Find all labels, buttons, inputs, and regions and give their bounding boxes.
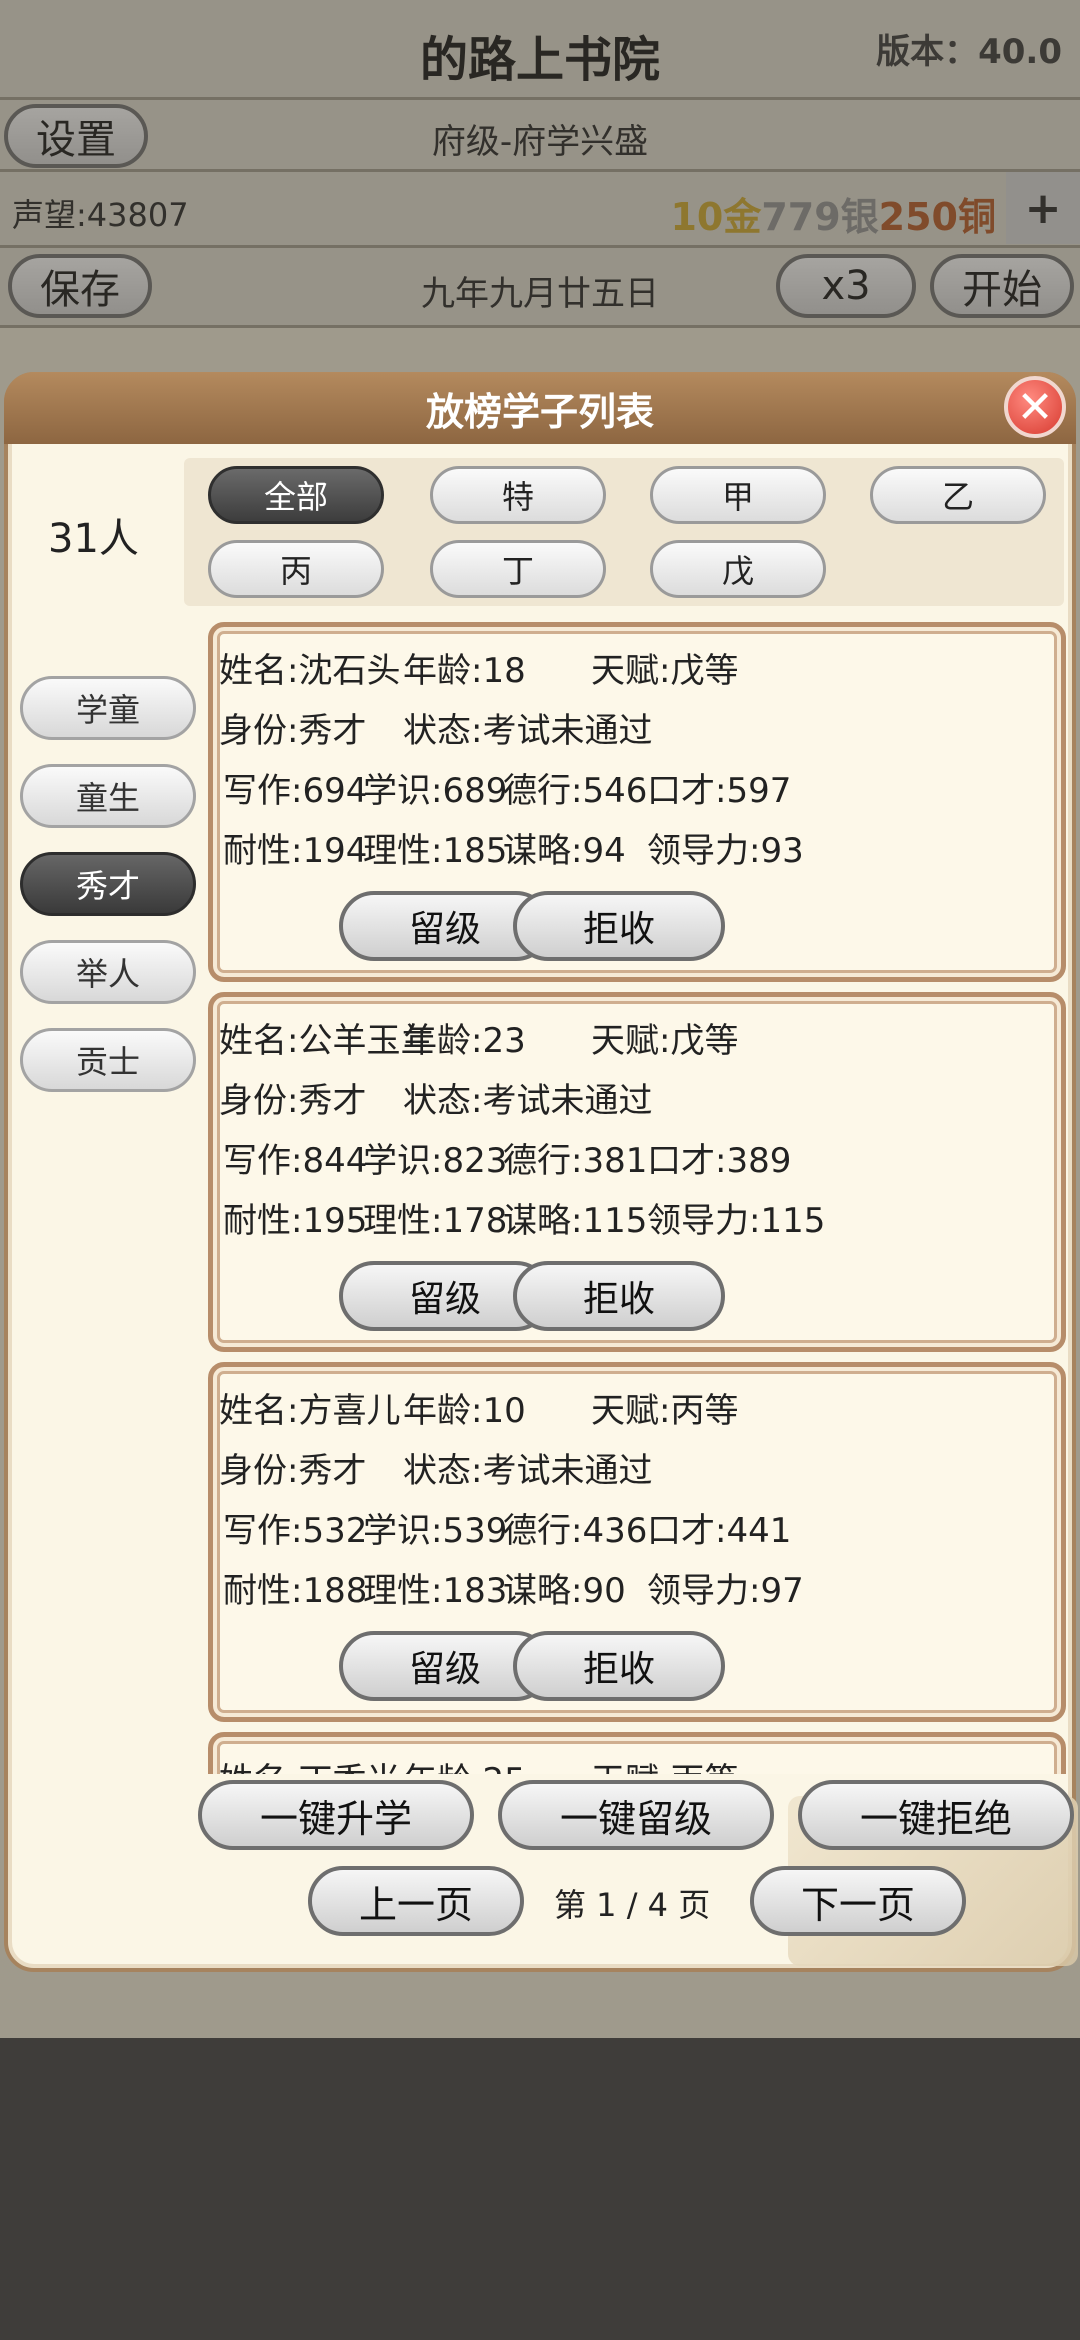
filter-jia[interactable]: 甲 (650, 466, 826, 524)
stat-reason: 理性:178 (363, 1201, 508, 1241)
promote-all-button[interactable]: 一键升学 (198, 1780, 474, 1850)
stat-eloquence: 口才:441 (647, 1511, 792, 1551)
stat-leadership: 领导力:93 (647, 831, 804, 871)
dialog-title: 放榜学子列表 (425, 389, 654, 434)
stat-knowledge: 学识:539 (363, 1511, 508, 1551)
reject-button[interactable]: 拒收 (513, 1261, 725, 1331)
student-list[interactable]: 姓名:沈石头 年龄:18 天赋:戊等 身份:秀才 状态:考试未通过 写作:694… (204, 622, 1070, 1774)
stat-leadership: 领导力:115 (647, 1201, 826, 1241)
filter-special[interactable]: 特 (430, 466, 606, 524)
student-card: 姓名:方喜儿 年龄:10 天赋:丙等 身份:秀才 状态:考试未通过 写作:532… (208, 1362, 1066, 1722)
rank-tab-xiucai[interactable]: 秀才 (20, 852, 196, 916)
student-identity: 身份:秀才 (219, 1451, 367, 1491)
rank-tab-gongshi[interactable]: 贡士 (20, 1028, 196, 1092)
stat-writing: 写作:532 (223, 1511, 368, 1551)
student-card: 姓名:公羊玉兰 年龄:23 天赋:戊等 身份:秀才 状态:考试未通过 写作:84… (208, 992, 1066, 1352)
prev-page-button[interactable]: 上一页 (308, 1866, 524, 1936)
reject-button[interactable]: 拒收 (513, 1631, 725, 1701)
stat-patience: 耐性:188 (223, 1571, 368, 1611)
student-count: 31人 (48, 516, 139, 562)
filter-all[interactable]: 全部 (208, 466, 384, 524)
student-age: 年龄:25 (403, 1753, 526, 1774)
dialog-header: 放榜学子列表 (4, 372, 1076, 444)
stat-knowledge: 学识:823 (363, 1141, 508, 1181)
bottom-panel (0, 2038, 1080, 2340)
student-age: 年龄:18 (403, 651, 526, 691)
reject-all-button[interactable]: 一键拒绝 (798, 1780, 1074, 1850)
student-identity: 身份:秀才 (219, 711, 367, 751)
talent-filter-group: 全部 特 甲 乙 丙 丁 戊 (184, 458, 1064, 606)
stat-eloquence: 口才:597 (647, 771, 792, 811)
next-page-button[interactable]: 下一页 (750, 1866, 966, 1936)
stat-eloquence: 口才:389 (647, 1141, 792, 1181)
stat-reason: 理性:185 (363, 831, 508, 871)
rank-tab-tongsheng[interactable]: 童生 (20, 764, 196, 828)
stat-leadership: 领导力:97 (647, 1571, 804, 1611)
student-talent: 天赋:戊等 (591, 1021, 739, 1061)
stat-strategy: 谋略:90 (503, 1571, 626, 1611)
student-status: 状态:考试未通过 (403, 1451, 653, 1491)
filter-ding[interactable]: 丁 (430, 540, 606, 598)
rank-tab-xuetong[interactable]: 学童 (20, 676, 196, 740)
graduate-list-dialog: 放榜学子列表 ✕ 31人 全部 特 甲 乙 丙 丁 戊 学童 童生 秀才 举人 … (4, 372, 1078, 1972)
stat-strategy: 谋略:94 (503, 831, 626, 871)
student-talent: 天赋:丙等 (591, 1391, 739, 1431)
student-name: 姓名:沈石头 (219, 651, 401, 691)
student-age: 年龄:10 (403, 1391, 526, 1431)
filter-bing[interactable]: 丙 (208, 540, 384, 598)
stat-patience: 耐性:194 (223, 831, 368, 871)
stat-reason: 理性:183 (363, 1571, 508, 1611)
stat-writing: 写作:844 (223, 1141, 368, 1181)
reject-button[interactable]: 拒收 (513, 891, 725, 961)
student-identity: 身份:秀才 (219, 1081, 367, 1121)
student-status: 状态:考试未通过 (403, 1081, 653, 1121)
student-card: 姓名:丁香当 年龄:25 天赋:丙等 (208, 1732, 1066, 1774)
stat-virtue: 德行:381 (503, 1141, 648, 1181)
student-status: 状态:考试未通过 (403, 711, 653, 751)
stat-strategy: 谋略:115 (503, 1201, 648, 1241)
student-talent: 天赋:丙等 (591, 1753, 738, 1774)
page-indicator: 第 1 / 4 页 (554, 1886, 711, 1924)
rank-tab-juren[interactable]: 举人 (20, 940, 196, 1004)
student-talent: 天赋:戊等 (591, 651, 739, 691)
stat-knowledge: 学识:689 (363, 771, 508, 811)
student-age: 年龄:23 (403, 1021, 526, 1061)
filter-wu[interactable]: 戊 (650, 540, 826, 598)
close-icon[interactable]: ✕ (1004, 376, 1066, 438)
stat-patience: 耐性:195 (223, 1201, 368, 1241)
student-name: 姓名:丁香当 (219, 1753, 400, 1774)
retain-all-button[interactable]: 一键留级 (498, 1780, 774, 1850)
filter-yi[interactable]: 乙 (870, 466, 1046, 524)
student-card: 姓名:沈石头 年龄:18 天赋:戊等 身份:秀才 状态:考试未通过 写作:694… (208, 622, 1066, 982)
stat-writing: 写作:694 (223, 771, 368, 811)
student-name: 姓名:方喜儿 (219, 1391, 401, 1431)
stat-virtue: 德行:436 (503, 1511, 648, 1551)
stat-virtue: 德行:546 (503, 771, 648, 811)
